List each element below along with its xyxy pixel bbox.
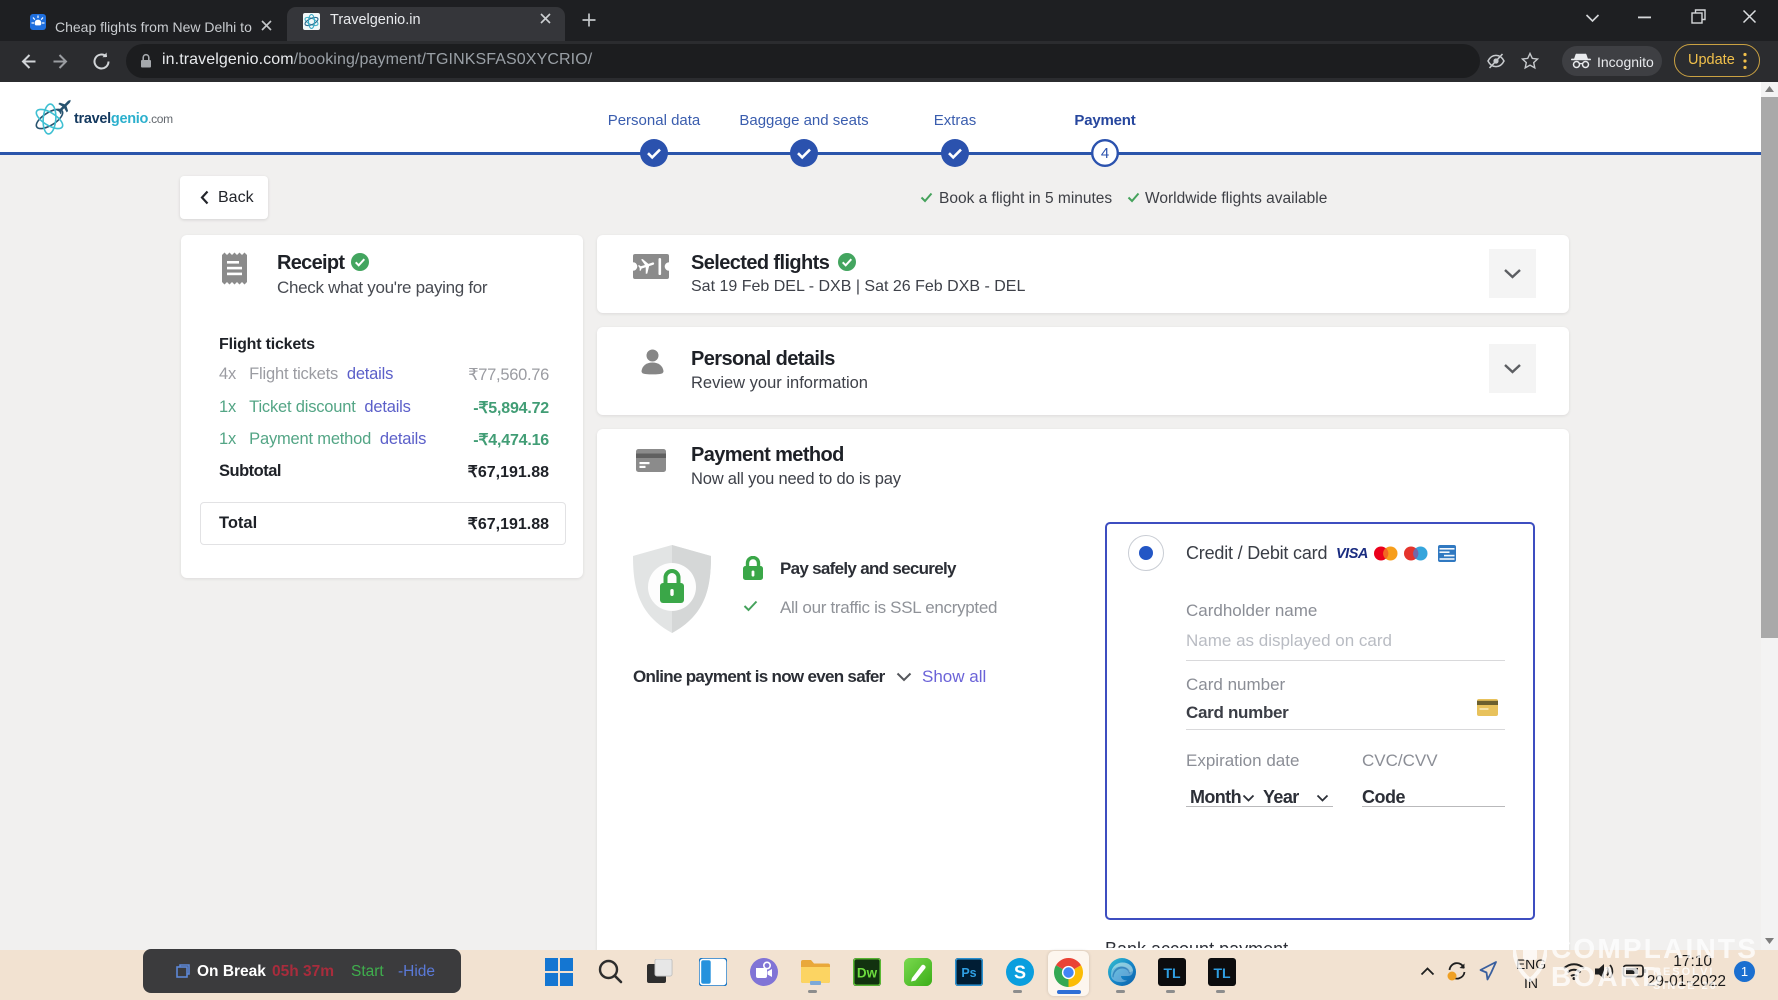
svg-text:TL: TL [1213,965,1231,981]
svg-text:S: S [1014,963,1026,983]
svg-text:Ps: Ps [961,966,976,980]
svg-text:TL: TL [1163,965,1181,981]
svg-text:Dw: Dw [857,966,878,981]
